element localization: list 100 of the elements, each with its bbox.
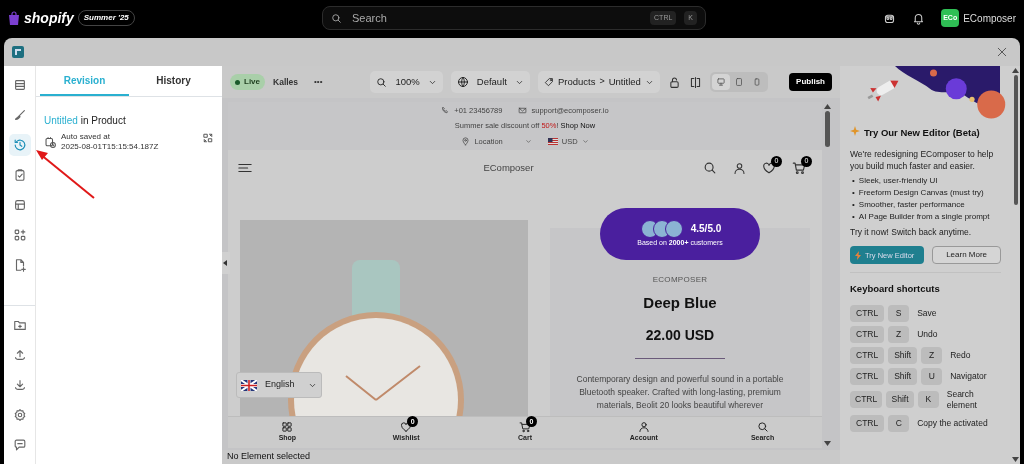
desktop-icon [715, 77, 726, 87]
product-vendor: ECOMPOSER [651, 274, 709, 286]
heart-icon [762, 161, 776, 175]
promo-body: We're redesigning EComposer to help you build much faster and easier. [850, 148, 995, 173]
feature-item: Smoother, faster performance [858, 199, 965, 212]
revision-title[interactable]: Untitled in Product [44, 113, 214, 128]
breadcrumb-item[interactable]: Products [557, 74, 596, 90]
search-icon [331, 12, 342, 24]
shortcut-label: Copy the activated [917, 417, 988, 429]
history-button[interactable] [8, 134, 31, 156]
breadcrumb-item[interactable]: Untitled [608, 74, 641, 90]
key-cap: CTRL [850, 391, 883, 408]
promo-title: Try Our New Editor (Beta) [850, 126, 1001, 141]
user-icon [637, 421, 650, 434]
menu-icon [236, 161, 254, 175]
theme-name: Kalles [273, 75, 299, 89]
caret-icon [222, 260, 228, 266]
mail-icon [518, 106, 528, 116]
key-cap: CTRL [850, 325, 885, 343]
more-button[interactable]: ••• [314, 76, 323, 88]
cart-icon [519, 421, 531, 434]
brush-icon [12, 108, 27, 122]
phone-icon [751, 77, 762, 87]
collapse-handle[interactable] [222, 252, 230, 274]
search-icon [756, 421, 769, 434]
panel-tab[interactable]: History [129, 66, 218, 96]
language-dropdown[interactable]: Default [450, 71, 530, 93]
folder-icon [12, 318, 27, 332]
history-icon [12, 138, 27, 152]
key-cap: Shift [886, 391, 914, 408]
key-cap: CTRL [850, 414, 885, 432]
shortcut-label: Save [917, 307, 937, 319]
lock-icon [667, 75, 681, 89]
search-icon [376, 76, 388, 88]
bullet-marker: • [852, 199, 855, 212]
close-icon [996, 46, 1008, 58]
app-logo [12, 46, 24, 58]
layers-icon [12, 78, 27, 92]
scroll-up-icon[interactable] [1012, 68, 1019, 73]
feature-item: Sleek, user-friendly UI [858, 175, 938, 188]
search-input[interactable]: Search [350, 8, 643, 28]
restore-button[interactable] [202, 132, 214, 144]
key-cap: Z [921, 346, 943, 364]
store-icon [12, 198, 27, 212]
product-description: Contemporary design and powerful sound in a portable Bluetooth speaker. Crafted with long-lasting, premium materials, Beolit 20 looks beautiful wherever [575, 372, 785, 412]
store-name[interactable]: EComposer [963, 10, 1016, 26]
language-selector[interactable]: English [236, 372, 322, 398]
key-cap: S [888, 304, 910, 322]
shortcuts-heading: Keyboard shortcuts [850, 282, 941, 297]
key-cap: CTRL [850, 304, 885, 322]
user-icon [733, 161, 746, 175]
close-button[interactable] [996, 46, 1008, 58]
grid-icon [281, 421, 294, 434]
globe-icon [456, 76, 469, 88]
chat-icon [12, 438, 27, 452]
breadcrumb-separator: > [599, 75, 605, 89]
autosave-time: Auto saved at 2025-08-01T15:15:54.187Z [61, 132, 159, 152]
search-icon [703, 161, 717, 175]
rating-score: 4.5/5.0 [690, 222, 722, 237]
feature-item: Freeform Design Canvas (must try) [858, 187, 984, 200]
bolt-icon [855, 250, 861, 260]
bell-icon [912, 11, 926, 25]
scroll-down-icon[interactable] [823, 441, 831, 446]
shortcut-label: Undo [917, 328, 938, 340]
uk-flag-icon [241, 379, 257, 391]
scrollbar[interactable] [822, 102, 832, 448]
bullet-marker: • [852, 187, 855, 200]
shortcut-label: Navigator [950, 370, 987, 382]
phone-handset-icon [441, 106, 451, 116]
restore-icon [202, 132, 214, 144]
download-icon [12, 378, 27, 392]
sparkle-icon [850, 126, 860, 136]
bullet-marker: • [852, 211, 855, 224]
store-title[interactable]: EComposer [254, 160, 703, 176]
key-cap: U [921, 367, 943, 385]
key-cap: CTRL [850, 367, 885, 385]
scrollbar[interactable] [1011, 66, 1020, 464]
cart-icon [792, 161, 806, 175]
tag-icon [543, 77, 554, 87]
shortcut-label: Search element [946, 388, 978, 411]
bullet-marker: • [852, 175, 855, 188]
scroll-up-icon[interactable] [823, 104, 831, 109]
upload-icon [12, 348, 27, 362]
shopping-bag-logo [8, 11, 20, 25]
chevron-icon [524, 137, 532, 145]
scroll-down-icon[interactable] [1012, 457, 1019, 462]
publish-button[interactable]: Publish [789, 73, 832, 91]
heart-icon [400, 421, 413, 434]
live-status: Live [230, 74, 265, 90]
promo-cta: Try it now! Switch back anytime. [850, 226, 973, 239]
chevron-icon [581, 137, 589, 145]
zoom-dropdown[interactable]: 100% [370, 71, 443, 93]
key-cap: K [917, 391, 939, 408]
key-cap: Shift [888, 346, 918, 364]
learn-more-button[interactable]: Learn More [932, 246, 1001, 265]
pin-icon [461, 136, 471, 146]
apps-icon [12, 228, 27, 242]
split-view-icon [688, 75, 702, 89]
clipboard-icon [12, 168, 27, 182]
product-title: Deep Blue [642, 293, 718, 313]
